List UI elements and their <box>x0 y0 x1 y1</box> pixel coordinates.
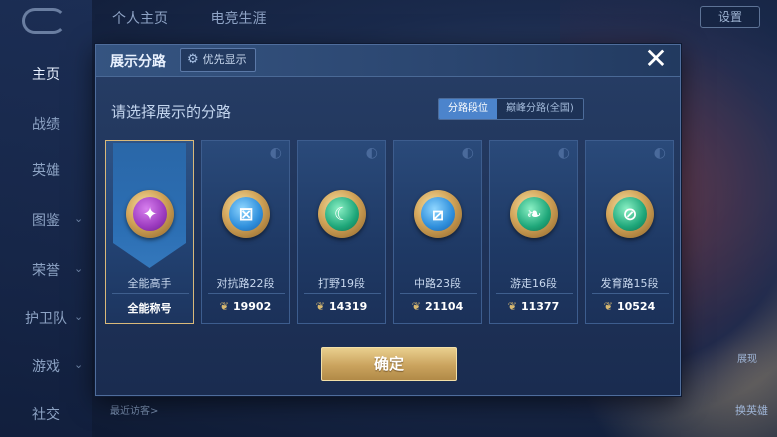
lane-card-score-value: 11377 <box>520 300 560 313</box>
lane-card-score-value: 全能称号 <box>127 302 172 315</box>
tab-esports-career[interactable]: 电竞生涯 <box>210 11 266 27</box>
lane-watermark-icon: ◐ <box>461 145 474 161</box>
lane-card-name: 全能高手 <box>127 277 172 290</box>
sidebar-item-record[interactable]: 战绩 <box>0 114 92 134</box>
change-hero-button[interactable]: 换英雄 <box>735 402 768 418</box>
lane-watermark-icon: ◐ <box>269 145 282 161</box>
tab-profile[interactable]: 个人主页 <box>112 11 168 27</box>
divider <box>400 293 477 294</box>
chevron-down-icon: ⌄ <box>74 310 84 323</box>
lane-card-roam[interactable]: ◐ ❧ 游走16段 ❦ 11377 <box>489 140 578 324</box>
lane-card-name: 对抗路22段 <box>216 277 275 290</box>
lane-card-score: 全能称号 <box>106 300 193 316</box>
lane-watermark-icon: ◐ <box>653 145 666 161</box>
toggle-peak-lane-national[interactable]: 巅峰分路(全国) <box>497 99 583 119</box>
lane-card-name: 游走16段 <box>510 277 557 290</box>
lane-card-name: 发育路15段 <box>600 277 659 290</box>
lane-card-score-value: 19902 <box>232 300 272 313</box>
lane-card-allround[interactable]: ✦ 全能高手 全能称号 <box>105 140 194 324</box>
divider <box>208 293 285 294</box>
badge-frame: ⊘ <box>606 190 654 238</box>
clash-lane-icon: ⊠ <box>229 197 263 231</box>
badge-frame: ⊠ <box>222 190 270 238</box>
display-lane-dialog: 展示分路 ⚙ 优先显示 ✕ 请选择展示的分路 分路段位 巅峰分路(全国) ✦ 全… <box>95 44 681 396</box>
show-button[interactable]: 展现 <box>737 350 757 365</box>
lane-card-score: ❦ 14319 <box>298 300 385 313</box>
jungle-icon: ☾ <box>325 197 359 231</box>
badge-frame: ✦ <box>126 190 174 238</box>
lane-card-name: 打野19段 <box>318 277 365 290</box>
lane-card-list: ✦ 全能高手 全能称号 ◐ ⊠ 对抗路22段 ❦ 19902 ◐ ☾ 打野19段… <box>105 140 674 324</box>
back-icon[interactable] <box>22 8 66 34</box>
divider <box>112 293 189 294</box>
sidebar-item-heroes[interactable]: 英雄 <box>0 160 92 180</box>
sidebar-item-social[interactable]: 社交 <box>0 404 92 424</box>
toggle-lane-rank[interactable]: 分路段位 <box>439 99 497 119</box>
priority-display-label: 优先显示 <box>202 53 247 66</box>
priority-display-button[interactable]: ⚙ 优先显示 <box>180 48 256 72</box>
lane-card-mid[interactable]: ◐ ⧄ 中路23段 ❦ 21104 <box>393 140 482 324</box>
lane-card-score: ❦ 11377 <box>490 300 577 313</box>
lane-card-jungle[interactable]: ◐ ☾ 打野19段 ❦ 14319 <box>297 140 386 324</box>
dialog-title: 展示分路 <box>110 54 166 70</box>
close-button[interactable]: ✕ <box>644 45 668 73</box>
divider <box>592 293 669 294</box>
dialog-subtitle: 请选择展示的分路 <box>111 103 232 121</box>
farm-lane-icon: ⊘ <box>613 197 647 231</box>
lane-card-score-value: 10524 <box>616 300 656 313</box>
lane-card-score: ❦ 21104 <box>394 300 481 313</box>
badge-frame: ⧄ <box>414 190 462 238</box>
confirm-button[interactable]: 确定 <box>321 347 457 381</box>
lane-card-score: ❦ 10524 <box>586 300 673 313</box>
leaf-icon: ❦ <box>603 300 613 313</box>
allround-icon: ✦ <box>133 197 167 231</box>
lane-card-name: 中路23段 <box>414 277 461 290</box>
leaf-icon: ❦ <box>315 300 325 313</box>
chevron-down-icon: ⌄ <box>74 212 84 225</box>
lane-watermark-icon: ◐ <box>365 145 378 161</box>
lane-card-score: ❦ 19902 <box>202 300 289 313</box>
ranking-mode-toggle: 分路段位 巅峰分路(全国) <box>438 98 584 120</box>
background-top-tabs: 个人主页 电竞生涯 <box>112 8 304 28</box>
leaf-icon: ❦ <box>507 300 517 313</box>
badge-frame: ☾ <box>318 190 366 238</box>
leaf-icon: ❦ <box>411 300 421 313</box>
settings-button[interactable]: 设置 <box>700 6 760 28</box>
lane-card-score-value: 21104 <box>424 300 464 313</box>
lane-card-score-value: 14319 <box>328 300 368 313</box>
chevron-down-icon: ⌄ <box>74 262 84 275</box>
divider <box>304 293 381 294</box>
dialog-header: 展示分路 ⚙ 优先显示 ✕ <box>96 45 680 77</box>
lane-watermark-icon: ◐ <box>557 145 570 161</box>
lane-card-farm[interactable]: ◐ ⊘ 发育路15段 ❦ 10524 <box>585 140 674 324</box>
badge-frame: ❧ <box>510 190 558 238</box>
lane-card-clash[interactable]: ◐ ⊠ 对抗路22段 ❦ 19902 <box>201 140 290 324</box>
leaf-icon: ❦ <box>219 300 229 313</box>
chevron-down-icon: ⌄ <box>74 358 84 371</box>
mid-lane-icon: ⧄ <box>421 197 455 231</box>
divider <box>496 293 573 294</box>
sidebar-item-home[interactable]: 主页 <box>0 64 92 84</box>
recent-visitors-link[interactable]: 最近访客> <box>110 402 158 417</box>
roam-icon: ❧ <box>517 197 551 231</box>
gear-icon: ⚙ <box>187 52 199 67</box>
